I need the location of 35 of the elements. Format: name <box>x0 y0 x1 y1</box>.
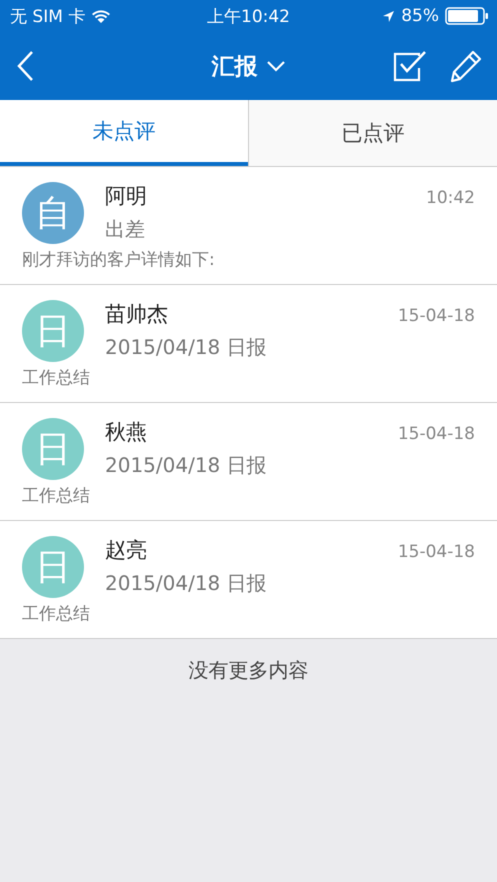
report-time: 15-04-18 <box>398 424 475 444</box>
report-preview: 工作总结 <box>22 603 90 625</box>
avatar: 自 <box>22 182 84 244</box>
report-title: 出差 <box>105 216 145 243</box>
report-time: 15-04-18 <box>398 306 475 326</box>
battery-text: 85% <box>401 6 439 26</box>
report-title: 2015/04/18 日报 <box>105 334 267 361</box>
tab[interactable]: 已点评 <box>248 100 497 166</box>
avatar: 日 <box>22 418 84 480</box>
sender-name: 赵亮 <box>105 537 147 564</box>
location-arrow-icon <box>382 10 396 22</box>
report-title: 2015/04/18 日报 <box>105 452 267 479</box>
report-preview: 工作总结 <box>22 485 90 507</box>
sender-name: 秋燕 <box>105 419 147 446</box>
sender-name: 苗帅杰 <box>105 301 168 328</box>
compose-button[interactable] <box>449 49 483 83</box>
avatar: 日 <box>22 300 84 362</box>
back-chevron-icon <box>16 50 34 82</box>
clock-text: 上午10:42 <box>207 6 290 28</box>
avatar: 日 <box>22 536 84 598</box>
report-preview: 刚才拜访的客户详情如下: <box>22 249 215 271</box>
checkbox-tick-icon <box>393 50 427 82</box>
wifi-icon <box>91 8 112 24</box>
report-preview: 工作总结 <box>22 367 90 389</box>
battery-icon <box>445 7 489 25</box>
no-more-text: 没有更多内容 <box>188 657 308 684</box>
report-time: 10:42 <box>426 188 475 208</box>
review-button[interactable] <box>393 50 427 82</box>
report-time: 15-04-18 <box>398 542 475 562</box>
carrier-text: 无 SIM 卡 <box>10 6 86 28</box>
sender-name: 阿明 <box>105 183 147 210</box>
title-dropdown[interactable]: 汇报 <box>212 50 286 82</box>
pencil-icon <box>449 49 483 83</box>
caret-icon <box>266 60 286 72</box>
report-title: 2015/04/18 日报 <box>105 570 267 597</box>
